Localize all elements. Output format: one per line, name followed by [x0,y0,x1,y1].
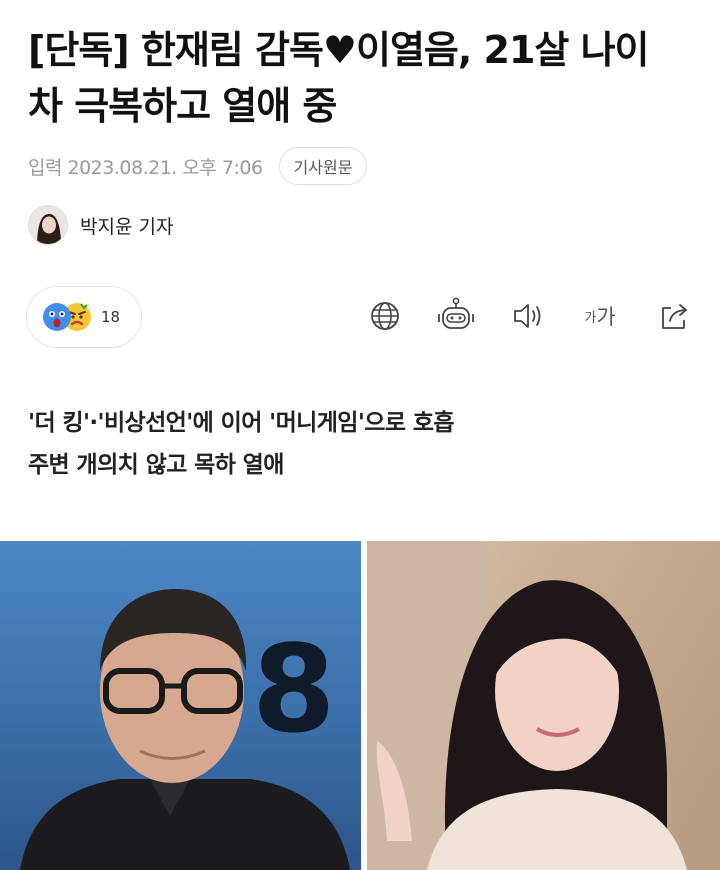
reaction-count: 18 [101,308,121,326]
article-subheadings: '더 킹'·'비상선언'에 이어 '머니게임'으로 호흡 주변 개의치 않고 목… [28,402,455,486]
author[interactable]: 박지윤 기자 [28,204,173,246]
director-photo: 8 [20,589,350,870]
author-name[interactable]: 박지윤 기자 [80,212,173,239]
original-article-button[interactable]: 기사원문 [278,147,368,185]
reaction-button[interactable]: 18 [26,286,142,348]
published-date: 입력 2023.08.21. 오후 7:06 [28,156,263,179]
actress-photo [367,541,687,870]
article-photo-actress[interactable] [367,541,720,870]
font-size-icon-small: 가 [584,310,597,326]
font-size-icon-large: 가 [596,305,616,329]
robot-icon [438,297,474,329]
speaker-icon [514,304,541,328]
font-size-button[interactable]: 가가 [580,296,620,336]
summary-bot-button[interactable] [436,296,476,336]
surprised-emoji-icon [43,303,71,331]
globe-icon [371,302,399,330]
subheading-line: 주변 개의치 않고 목하 열애 [28,452,284,478]
article-photo-director[interactable]: 8 [0,541,361,870]
article-headline: [단독] 한재림 감독♥이열음, 21살 나이 차 극복하고 열애 중 [28,28,650,128]
share-button[interactable] [655,296,695,336]
article-meta: 입력 2023.08.21. 오후 7:06 기사원문 [28,146,368,186]
subheading-line: '더 킹'·'비상선언'에 이어 '머니게임'으로 호흡 [28,410,455,436]
read-aloud-button[interactable] [508,296,548,336]
backdrop-number: 8 [252,621,336,760]
author-avatar[interactable] [28,205,68,245]
avatar-portrait [29,206,67,244]
share-icon [662,304,687,329]
translate-button[interactable] [365,296,405,336]
